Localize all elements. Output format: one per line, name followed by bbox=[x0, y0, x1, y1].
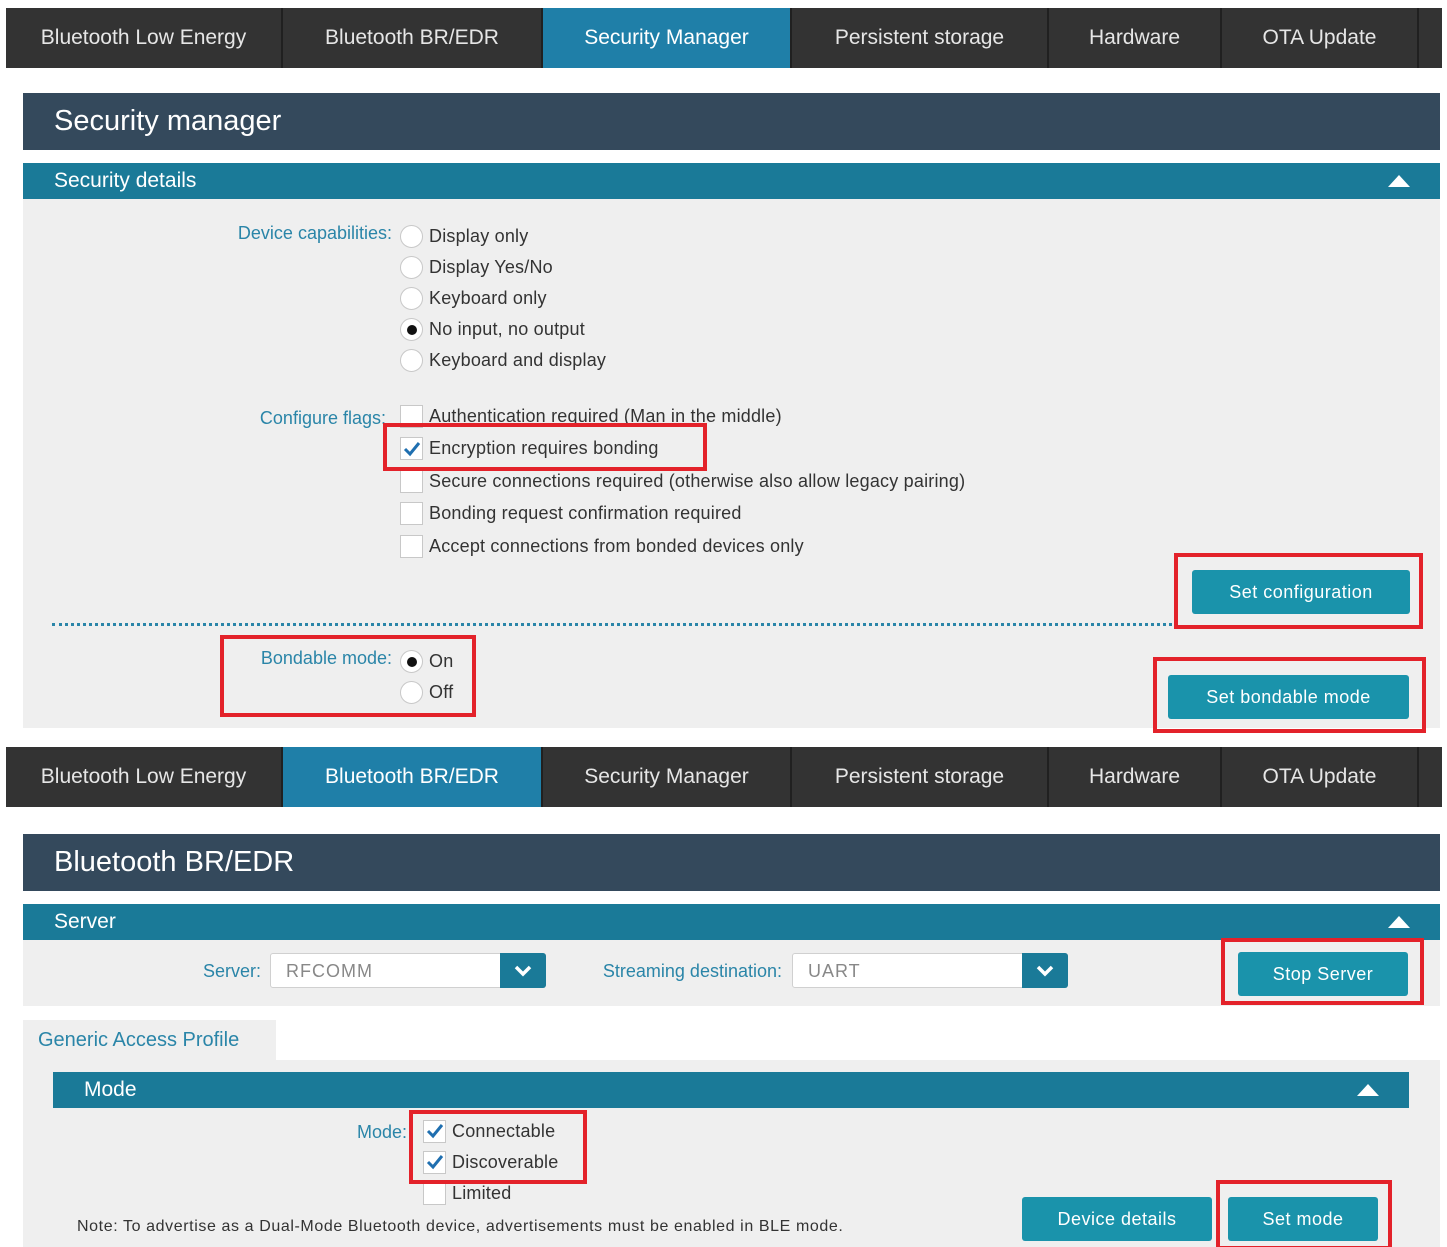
flag-option[interactable]: Secure connections required (otherwise a… bbox=[400, 467, 965, 495]
tab-bluetooth-low-energy[interactable]: Bluetooth Low Energy bbox=[6, 8, 283, 68]
tab-persistent-storage[interactable]: Persistent storage bbox=[792, 747, 1049, 807]
page-title: Security manager bbox=[54, 105, 282, 137]
server-select-value: RFCOMM bbox=[286, 961, 373, 981]
tab-bluetooth-br-edr[interactable]: Bluetooth BR/EDR bbox=[283, 8, 543, 68]
radio-button[interactable] bbox=[400, 224, 423, 248]
option-label: No input, no output bbox=[429, 318, 585, 339]
radio-button[interactable] bbox=[400, 317, 423, 341]
security-details-header[interactable]: Security details bbox=[23, 163, 1440, 199]
streaming-destination-label: Streaming destination: bbox=[602, 961, 782, 981]
tab-bluetooth-low-energy[interactable]: Bluetooth Low Energy bbox=[6, 747, 283, 807]
bottom-navbar: Bluetooth Low Energy Bluetooth BR/EDR Se… bbox=[6, 747, 1442, 807]
highlight-set-mode bbox=[1216, 1180, 1392, 1247]
streaming-select-value: UART bbox=[808, 961, 861, 981]
checkbox[interactable] bbox=[400, 469, 423, 493]
tab-hardware[interactable]: Hardware bbox=[1049, 747, 1222, 807]
highlight-encryption-flag bbox=[383, 423, 707, 471]
flag-option[interactable]: Bonding request confirmation required bbox=[400, 500, 742, 528]
checkbox[interactable] bbox=[400, 534, 423, 558]
option-label: Keyboard and display bbox=[429, 349, 607, 370]
radio-button[interactable] bbox=[400, 286, 423, 310]
option-label: Display Yes/No bbox=[429, 256, 553, 277]
highlight-mode-checkboxes bbox=[409, 1110, 587, 1184]
capability-option[interactable]: Display only bbox=[400, 222, 528, 250]
checkbox[interactable] bbox=[423, 1181, 446, 1205]
tab-persistent-storage[interactable]: Persistent storage bbox=[792, 8, 1049, 68]
tab-label: Generic Access Profile bbox=[38, 1028, 240, 1051]
device-details-button[interactable]: Device details bbox=[1022, 1197, 1212, 1241]
configure-flags-label: Configure flags: bbox=[259, 408, 386, 428]
security-panel-title: Security manager bbox=[23, 93, 1440, 150]
collapse-icon[interactable] bbox=[1388, 916, 1410, 928]
section-title: Mode bbox=[84, 1078, 137, 1101]
capability-option[interactable]: No input, no output bbox=[400, 315, 585, 343]
tab-hardware[interactable]: Hardware bbox=[1049, 8, 1222, 68]
top-navbar: Bluetooth Low Energy Bluetooth BR/EDR Se… bbox=[6, 8, 1442, 68]
option-label: Display only bbox=[429, 225, 529, 246]
chevron-down-icon[interactable] bbox=[500, 953, 546, 988]
capability-option[interactable]: Keyboard and display bbox=[400, 346, 606, 374]
tab-bluetooth-br-edr[interactable]: Bluetooth BR/EDR bbox=[283, 747, 543, 807]
option-label: Accept connections from bonded devices o… bbox=[429, 535, 804, 556]
tab-security-manager[interactable]: Security Manager bbox=[543, 747, 792, 807]
page-title: Bluetooth BR/EDR bbox=[54, 846, 295, 878]
option-label: Keyboard only bbox=[429, 287, 547, 308]
capability-option[interactable]: Display Yes/No bbox=[400, 253, 553, 281]
highlight-stop-server bbox=[1221, 938, 1424, 1005]
bredr-panel-title: Bluetooth BR/EDR bbox=[23, 834, 1440, 891]
mode-label: Mode: bbox=[356, 1122, 407, 1142]
divider bbox=[52, 623, 1172, 626]
tab-ota-update[interactable]: OTA Update bbox=[1222, 747, 1419, 807]
tab-security-manager[interactable]: Security Manager bbox=[543, 8, 792, 68]
server-select[interactable]: RFCOMM bbox=[270, 953, 546, 988]
option-label: Secure connections required (otherwise a… bbox=[429, 470, 966, 491]
collapse-icon[interactable] bbox=[1388, 175, 1410, 187]
capability-option[interactable]: Keyboard only bbox=[400, 284, 547, 312]
section-title: Security details bbox=[54, 169, 197, 192]
tab-generic-access-profile[interactable]: Generic Access Profile bbox=[23, 1020, 276, 1060]
option-label: Limited bbox=[452, 1182, 512, 1203]
option-label: Bonding request confirmation required bbox=[429, 503, 742, 523]
device-capabilities-label: Device capabilities: bbox=[237, 223, 392, 243]
radio-button[interactable] bbox=[400, 348, 423, 372]
highlight-set-bondable bbox=[1153, 657, 1426, 733]
chevron-down-icon[interactable] bbox=[1022, 953, 1068, 988]
flag-option[interactable]: Accept connections from bonded devices o… bbox=[400, 532, 804, 560]
radio-button[interactable] bbox=[400, 255, 423, 279]
checkbox[interactable] bbox=[400, 502, 423, 525]
highlight-set-configuration bbox=[1174, 553, 1423, 629]
dual-mode-note: Note: To advertise as a Dual-Mode Blueto… bbox=[77, 1218, 844, 1235]
mode-section-header[interactable]: Mode bbox=[53, 1072, 1409, 1108]
tab-ota-update[interactable]: OTA Update bbox=[1222, 8, 1419, 68]
streaming-destination-select[interactable]: UART bbox=[792, 953, 1068, 988]
section-title: Server bbox=[54, 910, 116, 933]
collapse-icon[interactable] bbox=[1357, 1084, 1379, 1096]
highlight-bondable-mode bbox=[220, 635, 476, 717]
server-section-header[interactable]: Server bbox=[23, 904, 1440, 940]
server-label: Server: bbox=[202, 961, 261, 981]
